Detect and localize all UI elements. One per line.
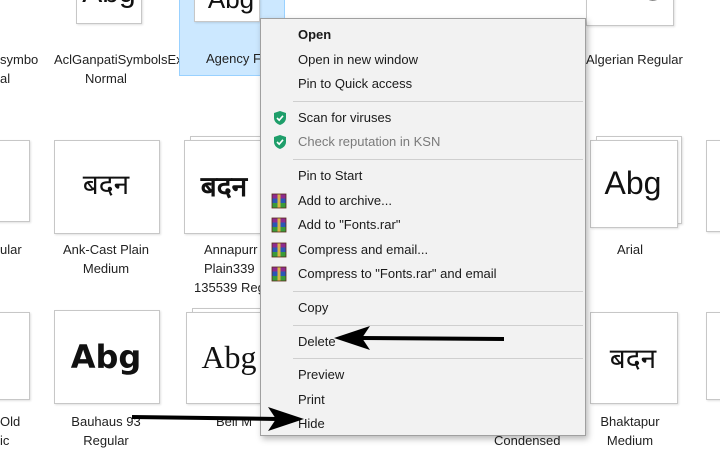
font-preview: Abg (76, 0, 142, 10)
menu-item-compress-email[interactable]: Compress and email... (261, 238, 585, 263)
menu-separator (293, 358, 583, 360)
tile-label-partial: Old (0, 414, 21, 429)
winrar-icon (271, 242, 287, 258)
tile-label: Arial (616, 242, 643, 257)
menu-item-check-reputation[interactable]: Check reputation in KSN (261, 130, 585, 155)
font-thumbnail (706, 312, 720, 400)
tile-label-partial: ular (0, 242, 22, 257)
menu-item-compress-fonts-rar-email[interactable]: Compress to "Fonts.rar" and email (261, 262, 585, 287)
font-preview: बदन (200, 171, 248, 202)
menu-item-add-archive[interactable]: Add to archive... (261, 189, 585, 214)
menu-item-label: Compress and email... (298, 241, 429, 257)
tile-label: Algerian Regular (586, 52, 683, 67)
font-preview: Abg (198, 0, 264, 16)
winrar-icon (271, 193, 287, 208)
menu-item-preview[interactable]: Preview (261, 363, 585, 388)
font-preview: Abg (604, 165, 662, 201)
menu-item-label: Preview (298, 367, 345, 383)
tile-label-partial: ic (0, 433, 10, 448)
menu-separator (293, 290, 583, 292)
menu-item-label: Pin to Quick access (298, 76, 413, 92)
font-preview: ABG (586, 0, 672, 8)
font-thumbnail (0, 140, 30, 222)
font-thumbnail (0, 312, 30, 400)
font-preview: Abg (70, 338, 142, 376)
menu-item-open-new-window[interactable]: Open in new window (261, 48, 585, 73)
tile-label-partial: al (0, 71, 11, 86)
menu-item-pin-start[interactable]: Pin to Start (261, 164, 585, 189)
menu-item-label: Copy (298, 299, 329, 315)
menu-item-label: Open (298, 27, 332, 42)
shield-check-icon (274, 135, 286, 150)
winrar-icon (271, 266, 287, 282)
menu-item-hide[interactable]: Hide (261, 412, 585, 437)
menu-separator (293, 100, 583, 102)
tile-label: AclGanpatiSymbolsEx Normal (54, 52, 183, 86)
menu-item-copy[interactable]: Copy (261, 296, 585, 321)
menu-item-label: Open in new window (298, 51, 418, 67)
arrow-pointing-hide-icon (131, 407, 304, 431)
font-preview: बदन (609, 343, 657, 374)
font-thumbnail (706, 140, 720, 232)
menu-separator (293, 158, 583, 160)
winrar-icon (271, 217, 287, 233)
tile-label-line: 135539 Reg (194, 280, 265, 295)
arrow-pointing-delete-icon (334, 326, 505, 350)
font-file-arial[interactable]: Abg Arial (586, 132, 690, 282)
menu-item-open[interactable]: Open (261, 23, 585, 48)
font-preview: बदन (82, 169, 130, 200)
menu-item-label: Compress to "Fonts.rar" and email (298, 266, 497, 282)
menu-item-print[interactable]: Print (261, 388, 585, 413)
tile-label: Bhaktapur Medium (600, 414, 660, 448)
tile-label-line: Annapurr (204, 242, 258, 257)
menu-item-label: Scan for viruses (298, 109, 392, 125)
shield-check-icon (274, 110, 286, 125)
menu-item-label: Pin to Start (298, 167, 363, 183)
tile-label-partial: symbo (0, 52, 39, 67)
tile-label: Ank-Cast Plain Medium (63, 242, 149, 276)
font-file-algerian[interactable]: ABG (586, 0, 690, 82)
font-file-ank-cast[interactable]: बदन Ank-Cast Plain Medium (54, 132, 160, 282)
menu-item-scan-viruses[interactable]: Scan for viruses (261, 106, 585, 131)
menu-item-label: Add to "Fonts.rar" (298, 217, 401, 233)
font-file-bhaktapur[interactable]: बदन Bhaktapur Medium (586, 306, 690, 456)
menu-item-pin-quick-access[interactable]: Pin to Quick access (261, 72, 585, 97)
tile-label-line: Plain339 (204, 261, 255, 276)
menu-item-add-fonts-rar[interactable]: Add to "Fonts.rar" (261, 213, 585, 238)
menu-item-label: Add to archive... (298, 192, 392, 208)
menu-item-label: Check reputation in KSN (298, 134, 441, 150)
context-menu: Open Open in new window Pin to Quick acc… (260, 18, 586, 436)
